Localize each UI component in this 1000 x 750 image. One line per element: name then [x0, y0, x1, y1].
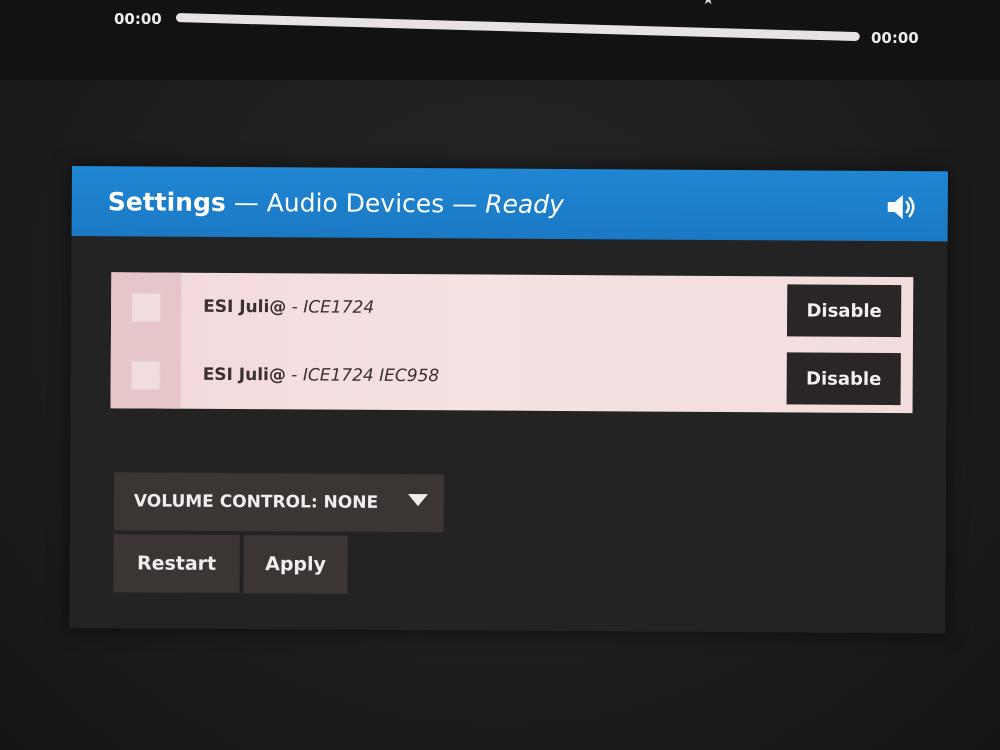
panel-header: Settings — Audio Devices — Ready	[71, 166, 948, 242]
status-text: Ready	[485, 189, 564, 219]
volume-control-label: VOLUME CONTROL: NONE	[133, 491, 379, 513]
restart-button[interactable]: Restart	[113, 534, 240, 594]
title-separator: —	[225, 187, 267, 217]
apply-button[interactable]: Apply	[243, 535, 348, 594]
device-list: ESI Juli@ - ICE1724 Disable ESI Juli@ - …	[110, 272, 914, 414]
title-separator: —	[444, 188, 486, 219]
chevron-down-icon	[407, 494, 429, 507]
device-model: ICE1724	[303, 297, 375, 318]
device-name: ESI Juli@ - ICE1724 IEC958	[203, 365, 440, 386]
device-name: ESI Juli@ - ICE1724	[203, 297, 374, 318]
time-elapsed: 00:00	[114, 10, 162, 28]
player-bar: 00:00 ★ 00:00	[0, 0, 1000, 80]
device-checkbox[interactable]	[131, 292, 162, 323]
device-row: ESI Juli@ - ICE1724 Disable	[110, 272, 913, 345]
page-title: Settings — Audio Devices — Ready	[108, 187, 564, 219]
screen: 00:00 ★ 00:00 Settings — Audio Devices —…	[0, 0, 1000, 750]
device-checkbox[interactable]	[130, 360, 161, 391]
device-label: ESI Juli@	[202, 364, 286, 386]
settings-panel: Settings — Audio Devices — Ready ESI Jul…	[69, 166, 948, 634]
device-separator: -	[285, 365, 303, 386]
time-total: 00:00	[871, 29, 919, 47]
title-section: Audio Devices	[266, 187, 445, 218]
seek-bar[interactable]	[175, 13, 860, 42]
device-row: ESI Juli@ - ICE1724 IEC958 Disable	[110, 340, 913, 413]
speaker-icon[interactable]	[886, 193, 918, 221]
checkbox-column	[110, 272, 182, 341]
checkbox-column	[110, 340, 181, 409]
disable-button[interactable]: Disable	[786, 352, 901, 406]
device-model: ICE1724 IEC958	[302, 365, 440, 387]
star-icon[interactable]: ★	[702, 0, 715, 8]
title-settings: Settings	[107, 186, 226, 217]
device-label: ESI Juli@	[203, 296, 287, 318]
device-separator: -	[286, 297, 304, 318]
disable-button[interactable]: Disable	[786, 284, 902, 338]
volume-control-dropdown[interactable]: VOLUME CONTROL: NONE	[113, 472, 445, 533]
